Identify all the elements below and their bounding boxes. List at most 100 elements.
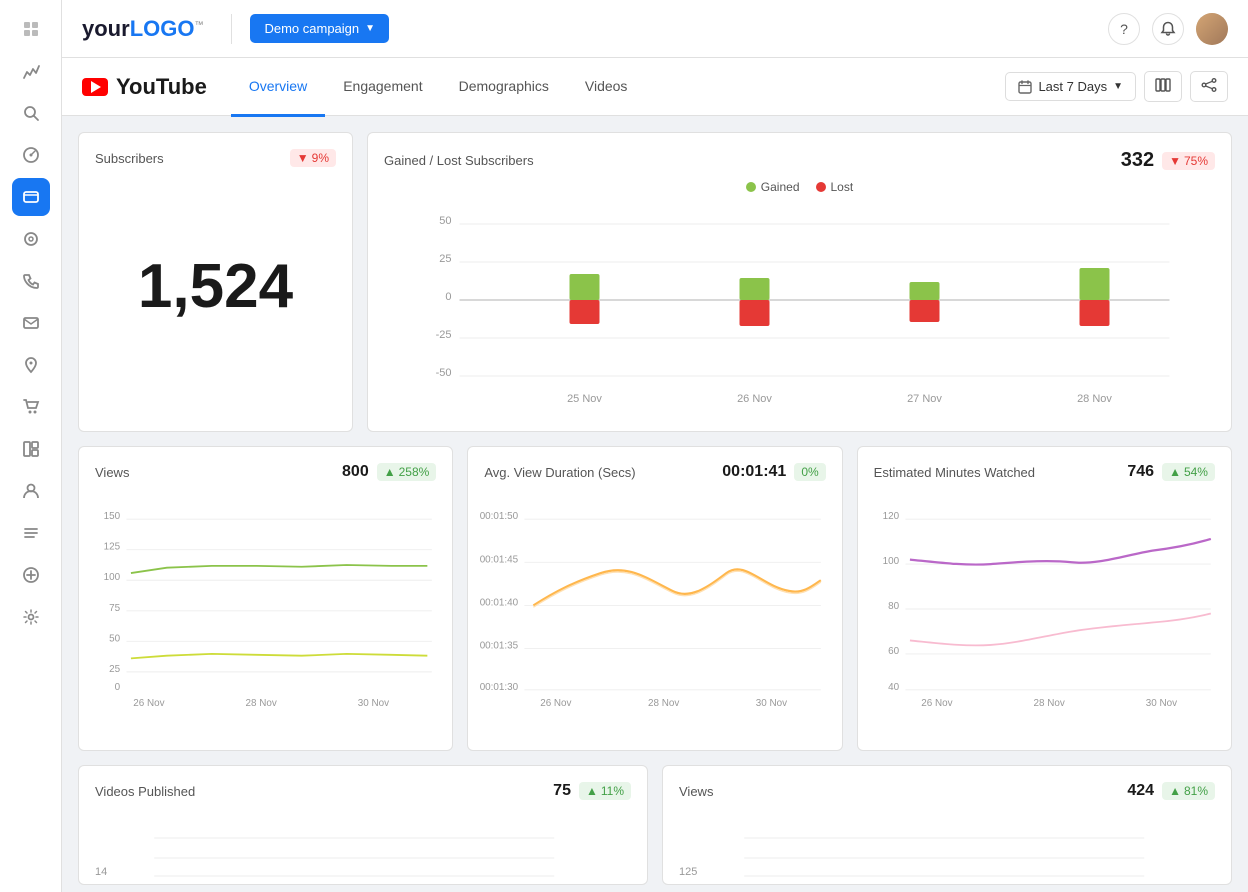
chart-legend: Gained Lost	[384, 180, 1215, 194]
youtube-play-icon	[91, 81, 101, 93]
gained-lost-chart: 50 25 0 -25 -50	[384, 202, 1215, 412]
videos-badge: ▲ 11%	[579, 782, 631, 800]
sidebar-item-home[interactable]	[12, 10, 50, 48]
tab-demographics[interactable]: Demographics	[441, 59, 567, 117]
avg-duration-card: Avg. View Duration (Secs) 00:01:41 0% 00…	[467, 446, 842, 751]
app-logo: yourLOGO™	[82, 16, 203, 42]
row-3: Videos Published 75 ▲ 11% 14	[78, 765, 1232, 885]
sidebar-item-listen[interactable]	[12, 220, 50, 258]
avg-duration-chart: 00:01:50 00:01:45 00:01:40 00:01:35 00:0…	[484, 489, 825, 729]
svg-text:30 Nov: 30 Nov	[756, 698, 787, 709]
subscribers-change-badge: ▼ 9%	[290, 149, 336, 167]
bell-icon	[1160, 21, 1176, 37]
notifications-button[interactable]	[1152, 13, 1184, 45]
minutes-change: 54%	[1184, 465, 1208, 479]
avg-change: 0%	[801, 465, 818, 479]
date-range-chevron: ▼	[1113, 81, 1123, 92]
svg-text:27 Nov: 27 Nov	[907, 393, 942, 405]
gained-lost-badge: ▼ 75%	[1162, 152, 1215, 170]
up-icon-3: ▲	[1169, 784, 1181, 798]
demo-campaign-button[interactable]: Demo campaign ▼	[250, 14, 389, 43]
svg-text:120: 120	[882, 511, 899, 522]
svg-text:00:01:40: 00:01:40	[480, 597, 519, 608]
avatar-image	[1196, 13, 1228, 45]
svg-text:28 Nov: 28 Nov	[1033, 698, 1064, 709]
avg-duration-header: Avg. View Duration (Secs) 00:01:41 0%	[484, 463, 825, 481]
svg-text:0: 0	[445, 291, 451, 303]
sidebar-item-plugin[interactable]	[12, 556, 50, 594]
row-2: Views 800 ▲ 258% 150 125 100 75 5	[78, 446, 1232, 751]
help-button[interactable]: ?	[1108, 13, 1140, 45]
svg-text:30 Nov: 30 Nov	[1145, 698, 1176, 709]
up-icon-2: ▲	[586, 784, 598, 798]
videos-mini-chart	[113, 828, 595, 878]
views-change: 258%	[399, 465, 430, 479]
sidebar-item-settings[interactable]	[12, 598, 50, 636]
views-bottom-header: Views 424 ▲ 81%	[679, 782, 1215, 800]
tab-engagement[interactable]: Engagement	[325, 59, 440, 117]
chevron-down-icon: ▼	[365, 23, 375, 34]
svg-text:25: 25	[109, 664, 120, 675]
sidebar-item-list[interactable]	[12, 514, 50, 552]
user-avatar[interactable]	[1196, 13, 1228, 45]
svg-text:40: 40	[888, 682, 899, 693]
question-icon: ?	[1120, 21, 1128, 37]
views-card: Views 800 ▲ 258% 150 125 100 75 5	[78, 446, 453, 751]
svg-text:50: 50	[109, 633, 120, 644]
date-range-button[interactable]: Last 7 Days ▼	[1005, 72, 1136, 101]
views-bottom-value: 424	[1127, 782, 1154, 800]
demo-campaign-label: Demo campaign	[264, 21, 359, 36]
youtube-icon	[82, 78, 108, 96]
grid-view-button[interactable]	[1144, 71, 1182, 102]
svg-text:-50: -50	[436, 367, 452, 379]
videos-published-card: Videos Published 75 ▲ 11% 14	[78, 765, 648, 885]
minutes-card: Estimated Minutes Watched 746 ▲ 54% 120 …	[857, 446, 1232, 751]
videos-change: 11%	[601, 784, 624, 798]
gained-dot	[746, 182, 756, 192]
sidebar-item-phone[interactable]	[12, 262, 50, 300]
date-range-label: Last 7 Days	[1038, 79, 1107, 94]
gained-lost-card: Gained / Lost Subscribers 332 ▼ 75% Gain…	[367, 132, 1232, 432]
calendar-icon	[1018, 80, 1032, 94]
tab-videos[interactable]: Videos	[567, 59, 646, 117]
minutes-title: Estimated Minutes Watched	[874, 465, 1035, 480]
nav-tabs: Overview Engagement Demographics Videos	[231, 58, 646, 116]
svg-text:50: 50	[439, 215, 451, 227]
header-actions: Last 7 Days ▼	[1005, 71, 1228, 102]
videos-value: 75	[553, 782, 571, 800]
avg-value: 00:01:41	[722, 463, 786, 481]
lost-dot	[816, 182, 826, 192]
share-button[interactable]	[1190, 71, 1228, 102]
svg-text:26 Nov: 26 Nov	[737, 393, 772, 405]
sidebar-item-location[interactable]	[12, 346, 50, 384]
svg-text:00:01:45: 00:01:45	[480, 554, 519, 565]
svg-text:125: 125	[104, 542, 121, 553]
sidebar-item-cart[interactable]	[12, 388, 50, 426]
platform-name: YouTube	[116, 74, 207, 100]
sidebar-item-analytics[interactable]	[12, 52, 50, 90]
views-bottom-mini-chart	[703, 828, 1185, 878]
svg-text:-25: -25	[436, 329, 452, 341]
minutes-header: Estimated Minutes Watched 746 ▲ 54%	[874, 463, 1215, 481]
sidebar-item-user[interactable]	[12, 472, 50, 510]
sidebar-item-social[interactable]	[12, 178, 50, 216]
avg-badge: 0%	[794, 463, 825, 481]
gained-lost-header: Gained / Lost Subscribers 332 ▼ 75%	[384, 149, 1215, 172]
topbar-right: ?	[1108, 13, 1228, 45]
minutes-value: 746	[1127, 463, 1154, 481]
page-header: YouTube Overview Engagement Demographics…	[62, 58, 1248, 116]
main-content: yourLOGO™ Demo campaign ▼ ? YouTube Over…	[62, 0, 1248, 892]
up-icon: ▲	[1169, 465, 1181, 479]
sidebar-item-grid[interactable]	[12, 430, 50, 468]
topbar: yourLOGO™ Demo campaign ▼ ?	[62, 0, 1248, 58]
gained-lost-value: 332	[1121, 149, 1154, 172]
views-value: 800	[342, 463, 369, 481]
tab-overview[interactable]: Overview	[231, 59, 325, 117]
views-bottom-change: 81%	[1184, 784, 1208, 798]
sidebar-item-search[interactable]	[12, 94, 50, 132]
sidebar-item-dashboard[interactable]	[12, 136, 50, 174]
svg-text:60: 60	[888, 646, 899, 657]
svg-text:00:01:50: 00:01:50	[480, 511, 519, 522]
sidebar-item-mail[interactable]	[12, 304, 50, 342]
subscribers-value: 1,524	[95, 173, 336, 399]
